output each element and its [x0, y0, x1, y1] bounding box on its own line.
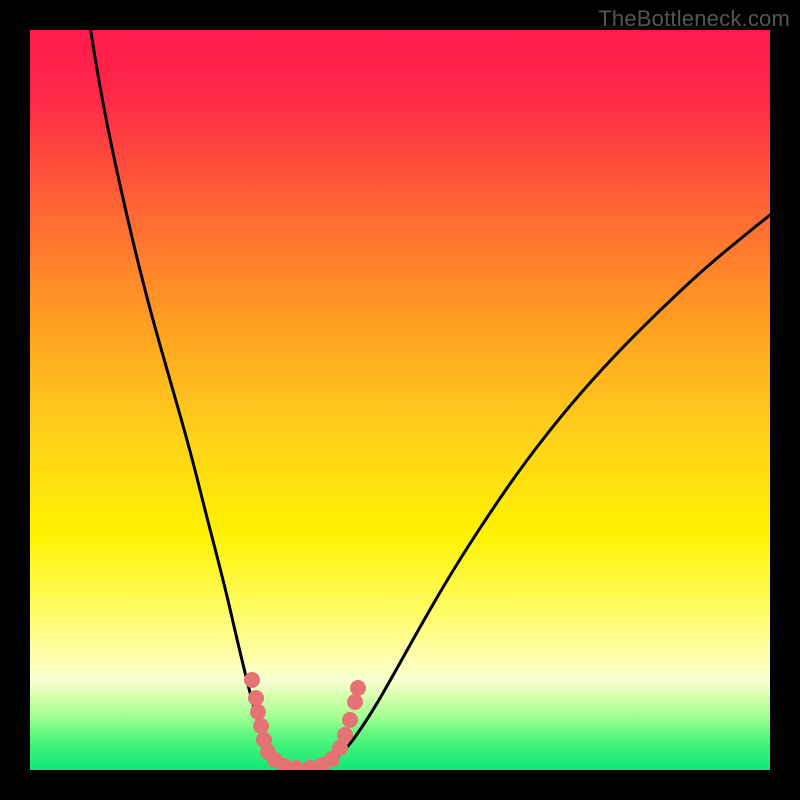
- well-marker: [253, 718, 269, 734]
- well-marker: [350, 680, 366, 696]
- plot-background: [30, 30, 770, 770]
- bottleneck-chart: [0, 0, 800, 800]
- well-marker: [337, 727, 353, 743]
- well-marker: [250, 704, 266, 720]
- well-marker: [347, 694, 363, 710]
- well-marker: [244, 672, 260, 688]
- well-marker: [342, 712, 358, 728]
- well-marker: [248, 690, 264, 706]
- watermark-text: TheBottleneck.com: [598, 6, 790, 32]
